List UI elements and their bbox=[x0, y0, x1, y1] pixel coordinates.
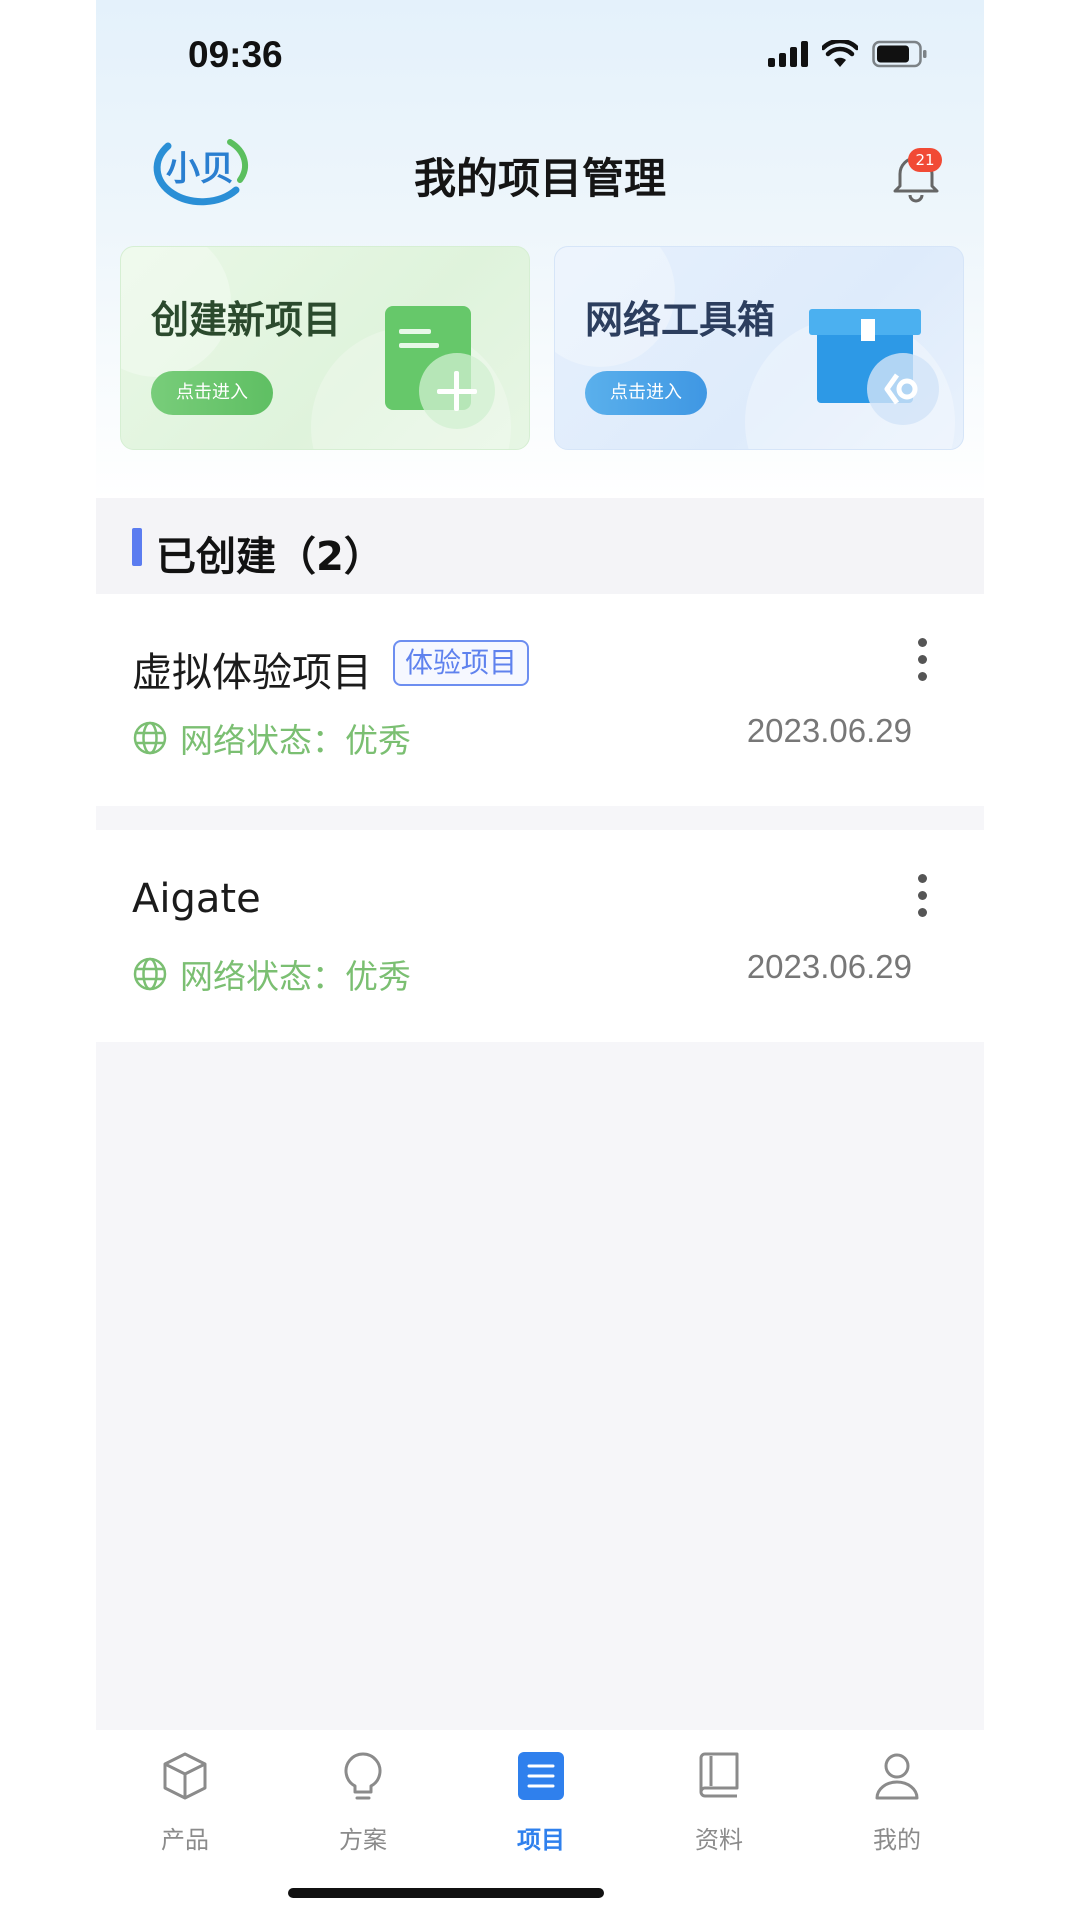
network-status: 网络状态：优秀 bbox=[132, 950, 411, 998]
network-toolbox-enter-button[interactable]: 点击进入 bbox=[585, 371, 707, 415]
user-icon bbox=[875, 1753, 919, 1800]
more-options-button[interactable] bbox=[912, 638, 932, 688]
project-item[interactable]: 虚拟体验项目 体验项目 网络状态：优秀 2023.06.29 bbox=[96, 594, 984, 806]
notification-badge: 21 bbox=[908, 148, 942, 172]
tab-mine[interactable]: 我的 bbox=[832, 1746, 962, 1855]
globe-icon bbox=[133, 721, 167, 755]
project-item[interactable]: Aigate 网络状态：优秀 2023.06.29 bbox=[96, 830, 984, 1042]
wifi-icon bbox=[822, 40, 858, 67]
home-indicator[interactable] bbox=[288, 1888, 604, 1898]
network-toolbox-card[interactable]: 网络工具箱 点击进入 bbox=[554, 246, 964, 450]
project-date: 2023.06.29 bbox=[746, 948, 912, 985]
battery-icon bbox=[872, 40, 927, 68]
project-name: 虚拟体验项目 bbox=[132, 650, 372, 696]
create-project-card[interactable]: 创建新项目 点击进入 bbox=[120, 246, 530, 450]
network-status-text: 网络状态：优秀 bbox=[180, 721, 411, 760]
section-title: 已创建（2） bbox=[156, 534, 384, 580]
cube-icon bbox=[163, 1752, 207, 1800]
tab-label: 资料 bbox=[695, 1826, 743, 1854]
list-icon bbox=[518, 1752, 564, 1800]
create-project-enter-button[interactable]: 点击进入 bbox=[151, 371, 273, 415]
project-name: Aigate bbox=[132, 876, 261, 922]
status-time: 09:36 bbox=[188, 34, 283, 75]
tab-solutions[interactable]: 方案 bbox=[298, 1746, 428, 1855]
network-status-text: 网络状态：优秀 bbox=[180, 957, 411, 996]
toolbox-icon bbox=[809, 309, 939, 425]
tab-label: 我的 bbox=[873, 1826, 921, 1854]
page-title: 我的项目管理 bbox=[413, 154, 666, 203]
network-status: 网络状态：优秀 bbox=[132, 714, 411, 762]
phone-screen: 09:36 小贝 我的项目管理 21 创建新项目 点击进入 网络工具箱 点击进入… bbox=[96, 0, 984, 1920]
project-tag: 体验项目 bbox=[393, 640, 530, 686]
tab-label: 产品 bbox=[161, 1826, 209, 1854]
tab-resources[interactable]: 资料 bbox=[654, 1746, 784, 1855]
section-accent-bar bbox=[132, 528, 142, 566]
document-plus-icon bbox=[385, 306, 495, 429]
tab-projects[interactable]: 项目 bbox=[476, 1746, 606, 1855]
section-header: 已创建（2） bbox=[96, 498, 984, 594]
tab-label: 项目 bbox=[517, 1826, 565, 1854]
globe-icon bbox=[133, 957, 167, 991]
more-options-button[interactable] bbox=[912, 874, 932, 924]
tab-label: 方案 bbox=[339, 1826, 387, 1854]
cellular-signal-icon bbox=[768, 41, 808, 67]
tab-products[interactable]: 产品 bbox=[120, 1746, 250, 1855]
lightbulb-icon bbox=[344, 1752, 382, 1800]
create-project-title: 创建新项目 bbox=[151, 298, 342, 342]
book-icon bbox=[699, 1752, 739, 1798]
status-icons bbox=[768, 40, 928, 68]
project-date: 2023.06.29 bbox=[746, 712, 912, 749]
network-toolbox-title: 网络工具箱 bbox=[585, 298, 776, 342]
